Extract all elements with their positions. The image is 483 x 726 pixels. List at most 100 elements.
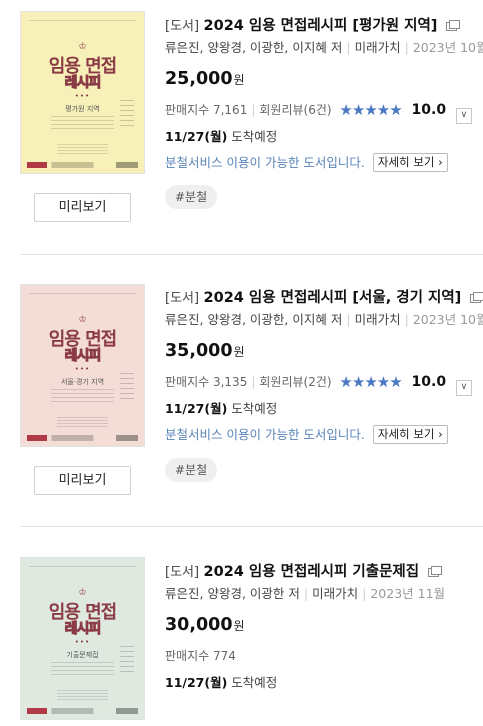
cover-authors [120,100,134,130]
cover-crown-icon: ♔ [78,315,87,325]
new-window-icon[interactable] [427,565,442,577]
new-window-icon[interactable] [469,291,483,303]
star-icon: ★ [376,101,390,119]
delivery-info: 11/27(월) 도착예정 [165,399,483,419]
author-suffix: 저 [330,312,343,327]
delivery-date: 11/27(월) [165,129,228,144]
sales-index: 판매지수 3,135 [165,375,248,389]
delivery-info: 11/27(월) 도착예정 [165,673,483,693]
sales-review-line: 판매지수 7,161 | 회원리뷰(6건) ★★★★★ 10.0 ∨ [165,99,483,124]
star-icon: ★ [339,373,352,391]
price-unit: 원 [233,619,245,633]
star-rating: ★★★★★ [339,371,402,393]
cover-header-line [29,566,136,567]
rating-score: 10.0 [411,374,447,390]
delivery-info: 11/27(월) 도착예정 [165,127,483,147]
cover-subtitle: 레시피 [64,75,102,92]
author-suffix: 저 [330,40,343,55]
book-title-line: [도서] 2024 임용 면접레시피 [평가원 지역] [165,16,483,36]
book-authors[interactable]: 류은진, 양왕경, 이광한, 이지혜 [165,40,327,55]
cover-blurb-box [57,690,108,702]
book-title-link[interactable]: 2024 임용 면접레시피 [평가원 지역] [204,18,438,34]
new-window-icon[interactable] [445,19,460,31]
book-item: ♔ 임용 면접 레시피 ••• 평가원 지역 미리보기 [도서] 2024 임용… [0,0,483,255]
delivery-text: 도착예정 [231,675,278,690]
book-meta: 류은진, 양왕경, 이광한, 이지혜 저 | 미래가치 | 2023년 10월 [165,39,483,57]
author-suffix: 저 [288,586,300,601]
delivery-text: 도착예정 [231,401,278,416]
preview-button[interactable]: 미리보기 [34,193,131,222]
book-title-line: [도서] 2024 임용 면접레시피 [서울, 경기 지역] [165,288,483,308]
cover-publisher-bar [27,708,138,714]
star-icon: ★ [364,373,377,391]
review-count-link[interactable]: 회원리뷰(2건) [259,375,331,389]
cover-authors [120,646,134,676]
price-unit: 원 [233,345,245,359]
price-value: 25,000 [165,69,233,89]
book-date: 2023년 11월 [370,586,446,601]
book-meta: 류은진, 양왕경, 이광한, 이지혜 저 | 미래가치 | 2023년 10월 [165,311,483,329]
cover-subtitle: 레시피 [64,621,102,638]
price-unit: 원 [233,73,245,87]
book-date: 2023년 10월 [412,312,483,327]
star-rating: ★★★★★ [339,99,402,121]
price-value: 30,000 [165,615,233,635]
book-cover[interactable]: ♔ 임용 면접 레시피 ••• 서울·경기 지역 [20,284,145,447]
book-price: 25,000원 [165,66,483,92]
chevron-right-icon: › [438,427,443,441]
book-meta: 류은진, 양왕경, 이광한 저 | 미래가치 | 2023년 11월 [165,586,446,601]
book-category: [도서] [165,291,200,306]
book-cover[interactable]: ♔ 임용 면접 레시피 ••• 기출문제집 [20,557,145,720]
star-icon: ★ [351,373,365,391]
cover-publisher-bar [27,162,138,168]
star-icon: ★ [376,373,390,391]
preview-button[interactable]: 미리보기 [34,466,131,495]
cover-dots: ••• [74,92,91,100]
book-publisher[interactable]: 미래가치 [312,586,358,601]
book-authors[interactable]: 류은진, 양왕경, 이광한, 이지혜 [165,312,327,327]
detail-button[interactable]: 자세히 보기 › [372,425,448,444]
tag-chip[interactable]: #분철 [165,458,218,482]
chevron-down-icon[interactable]: ∨ [455,380,472,396]
book-title-line: [도서] 2024 임용 면접레시피 기출문제집 [165,562,483,582]
star-icon: ★ [389,101,402,119]
cover-crown-icon: ♔ [78,42,87,52]
book-category: [도서] [165,19,200,34]
cover-crown-icon: ♔ [78,588,87,598]
star-icon: ★ [351,101,365,119]
book-info: [도서] 2024 임용 면접레시피 기출문제집 류은진, 양왕경, 이광한 저… [165,562,483,693]
cover-authors [120,373,134,403]
cover-header-line [29,293,136,294]
book-publisher[interactable]: 미래가치 [355,40,401,55]
book-title-link[interactable]: 2024 임용 면접레시피 [서울, 경기 지역] [204,290,462,306]
split-service-text[interactable]: 분철서비스 이용이 가능한 도서입니다. [165,155,365,170]
book-publisher[interactable]: 미래가치 [355,312,401,327]
review-count-link[interactable]: 회원리뷰(6건) [259,103,331,117]
book-price: 35,000원 [165,338,483,364]
cover-subtitle: 레시피 [64,348,102,365]
cover-text-lines [51,116,114,130]
chevron-down-icon[interactable]: ∨ [455,108,472,124]
detail-label: 자세히 보기 [377,155,435,169]
sales-line: 판매지수 774 [165,645,483,667]
detail-label: 자세히 보기 [377,427,435,441]
book-info: [도서] 2024 임용 면접레시피 [서울, 경기 지역] 류은진, 양왕경,… [165,288,483,446]
book-item: ♔ 임용 면접 레시피 ••• 기출문제집 [도서] 2024 임용 면접레시피… [0,527,483,726]
cover-blurb-box [57,417,108,429]
star-icon: ★ [389,373,402,391]
book-authors[interactable]: 류은진, 양왕경, 이광한 [165,586,284,601]
cover-text-lines [51,662,114,676]
star-icon: ★ [364,101,377,119]
split-service-text[interactable]: 분철서비스 이용이 가능한 도서입니다. [165,427,365,442]
cover-dots: ••• [74,365,91,373]
detail-button[interactable]: 자세히 보기 › [372,153,448,172]
book-category: [도서] [165,565,200,580]
book-price: 30,000원 [165,612,483,638]
sales-index: 판매지수 774 [165,649,236,663]
sales-review-line: 판매지수 3,135 | 회원리뷰(2건) ★★★★★ 10.0 ∨ [165,371,483,396]
cover-text-lines [51,389,114,403]
book-title-link[interactable]: 2024 임용 면접레시피 기출문제집 [204,564,420,580]
book-cover[interactable]: ♔ 임용 면접 레시피 ••• 평가원 지역 [20,11,145,174]
price-value: 35,000 [165,341,233,361]
tag-chip[interactable]: #분철 [165,185,218,209]
